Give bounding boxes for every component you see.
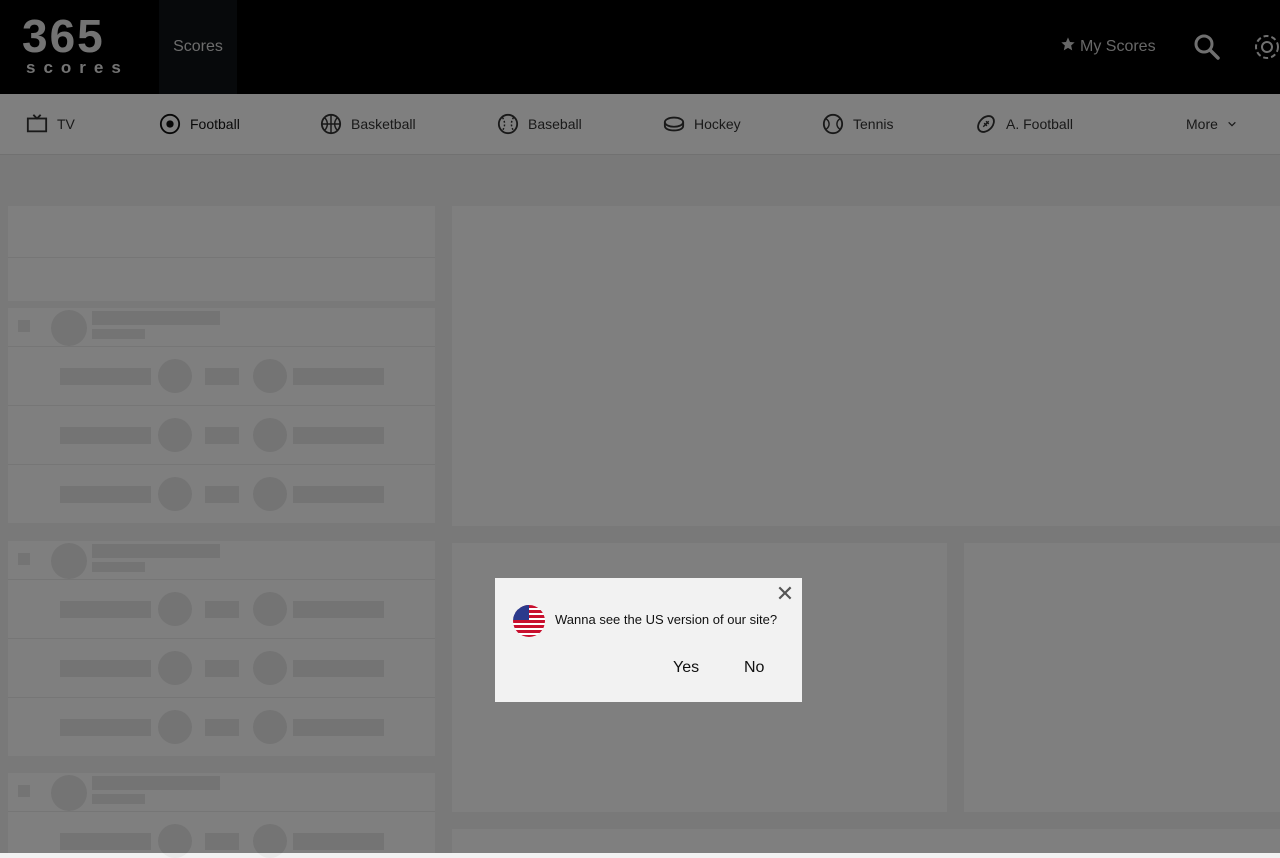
close-icon[interactable]: ✕ — [774, 583, 796, 606]
us-flag-icon — [513, 605, 545, 637]
yes-button[interactable]: Yes — [673, 659, 699, 677]
no-button[interactable]: No — [744, 659, 764, 677]
region-question: Wanna see the US version of our site? — [555, 612, 778, 627]
modal-overlay[interactable] — [0, 0, 1280, 853]
region-prompt-dialog: ✕ Wanna see the US version of our site? … — [495, 578, 802, 702]
